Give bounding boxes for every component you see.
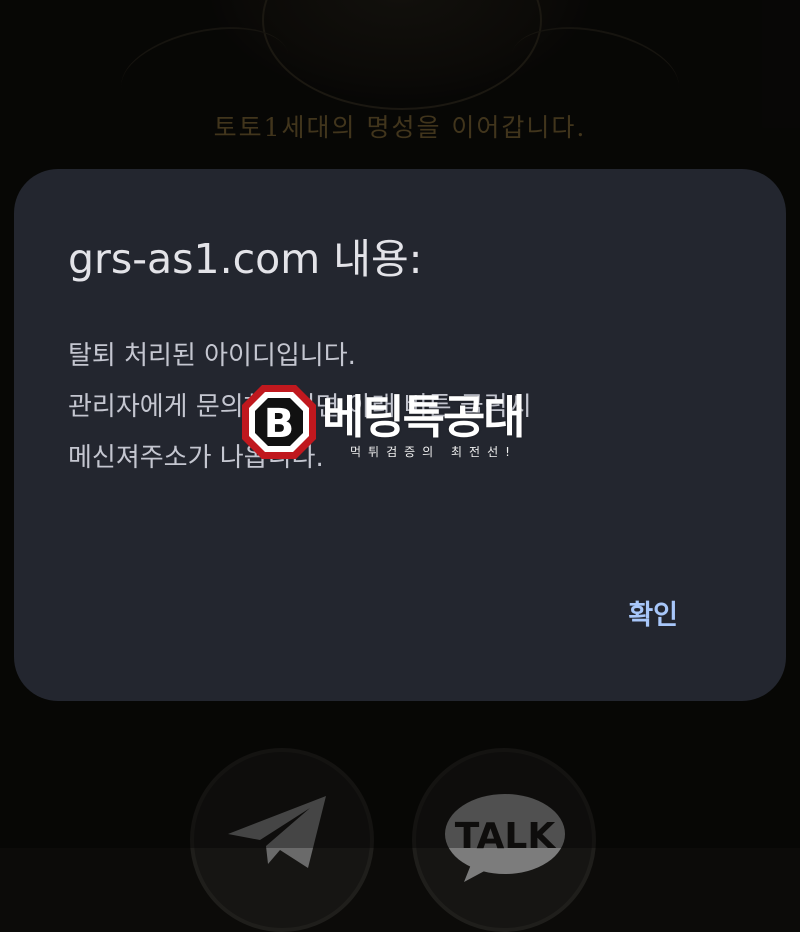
watermark-subtitle: 먹튀검증의 최전선! [350,445,517,459]
watermark-brand: 베팅특공대 [322,390,526,444]
watermark-logo-letter: B [264,401,295,447]
watermark: B 베팅특공대 먹튀검증의 최전선! [240,383,570,465]
watermark-logo: B [242,385,316,459]
dialog-message-line: 탈퇴 처리된 아이디입니다. [68,341,356,371]
ok-button[interactable]: 확인 [618,589,688,636]
dialog-title: grs-as1.com 내용: [68,235,423,283]
